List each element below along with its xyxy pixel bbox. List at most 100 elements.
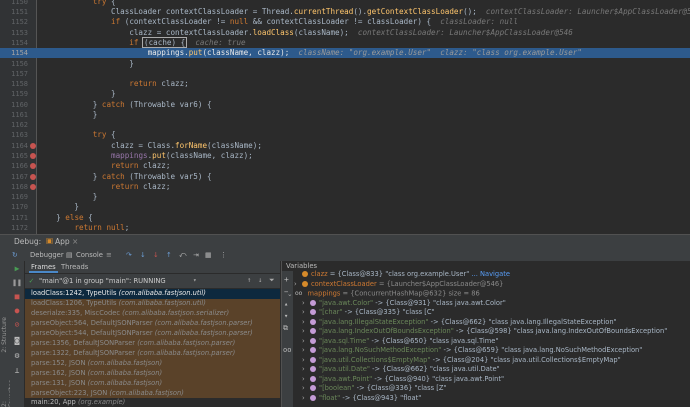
stop-icon[interactable]: ■	[12, 292, 22, 302]
code-line: } catch (Throwable var5) {	[47, 172, 212, 181]
map-key: "java.util.Date"	[319, 365, 370, 373]
move-down-icon[interactable]: ▾	[284, 312, 288, 320]
map-entry[interactable]: › "java.util.Collections$EmptyMap" -> {Cl…	[302, 356, 621, 365]
line-number: 1162	[11, 121, 28, 129]
arrow-up-icon[interactable]: ↑	[247, 276, 251, 284]
navigate-link[interactable]: ... Navigate	[471, 270, 510, 278]
frames-tabs: Frames Threads	[25, 261, 280, 274]
drop-frame-icon[interactable]: ⤺	[179, 249, 186, 261]
view-breakpoints-icon[interactable]: ●	[12, 306, 22, 316]
filter-icon[interactable]: ⏷	[269, 276, 275, 285]
map-value: -> {Class@204} "class java.util.Collecti…	[430, 355, 621, 364]
variable-row[interactable]: clazz = {Class@833} "class org.example.U…	[294, 270, 510, 279]
frame-method: parse:131, JSON	[31, 379, 86, 387]
force-step-into-icon[interactable]: ↓	[153, 249, 159, 261]
frame-row[interactable]: parse:152, JSON (com.alibaba.fastjson)	[25, 359, 280, 369]
copy-icon[interactable]: ⧉	[283, 324, 288, 333]
debug-config-tab[interactable]: App	[55, 237, 70, 246]
breakpoint-icon[interactable]	[30, 153, 36, 159]
console-icon: ▤	[66, 251, 73, 259]
frame-row[interactable]: main:20, App (org.example)	[25, 398, 280, 407]
debug-label: Debug:	[14, 237, 42, 246]
evaluate-icon[interactable]: ▦	[205, 249, 211, 261]
breakpoint-icon[interactable]	[30, 143, 36, 149]
tab-frames[interactable]: Frames	[29, 261, 58, 273]
trace-icon[interactable]: ⋮	[220, 249, 227, 261]
map-entry[interactable]: › "java.sql.Time" -> {Class@650} "class j…	[302, 337, 498, 346]
step-into-icon[interactable]: ↓	[140, 249, 146, 261]
line-number: 1151	[11, 8, 28, 16]
variable-row[interactable]: › contextClassLoader = {Launcher$AppClass…	[294, 280, 503, 289]
chevron-down-icon[interactable]: ▾	[193, 277, 197, 284]
map-value: -> {Class@336} "class [Z"	[354, 384, 447, 392]
frame-row[interactable]: loadClass:1206, TypeUtils (com.alibaba.f…	[25, 299, 280, 309]
map-value: -> {Class@940} "class java.awt.Point"	[372, 374, 505, 383]
code-line: try {	[92, 0, 116, 6]
add-watch-icon[interactable]: +	[284, 275, 289, 284]
map-key: "java.util.Collections$EmptyMap"	[319, 355, 431, 364]
camera-icon[interactable]: ◙	[12, 336, 22, 346]
resume-icon[interactable]: ▶	[12, 264, 22, 274]
map-entry[interactable]: › "[boolean" -> {Class@336} "class [Z"	[302, 384, 447, 393]
frame-row[interactable]: parseObject:544, DefaultJSONParser (com.…	[25, 329, 280, 339]
refresh-icon[interactable]: ↻	[12, 249, 18, 261]
frame-row[interactable]: parse:162, JSON (com.alibaba.fastjson)	[25, 369, 280, 379]
debug-toolbar: Debug: ▣ App ×	[0, 234, 690, 250]
code-editor[interactable]: try { ClassLoader contextClassLoader = T…	[47, 0, 690, 234]
frame-row[interactable]: deserialze:335, MiscCodec (com.alibaba.f…	[25, 309, 280, 319]
field-icon	[302, 271, 308, 277]
tab-debugger[interactable]: Debugger	[30, 249, 64, 261]
pin-icon[interactable]: ⊥	[12, 366, 22, 376]
entry-icon	[310, 394, 316, 401]
map-entry[interactable]: › "java.lang.IndexOutOfBoundsException" -…	[302, 327, 667, 336]
breakpoint-icon[interactable]	[30, 163, 36, 169]
breakpoint-icon[interactable]	[30, 184, 36, 190]
inline-hint: classLoader: null	[440, 17, 518, 26]
map-entry[interactable]: › "[char" -> {Class@335} "class [C"	[302, 308, 435, 317]
frame-class: (com.alibaba.fastjson.util)	[118, 299, 206, 307]
run-to-cursor-icon[interactable]: ⇥	[193, 249, 199, 261]
map-entry[interactable]: › "java.util.Date" -> {Class@662} "class …	[302, 365, 500, 374]
map-entry[interactable]: › "java.awt.Point" -> {Class@940} "class …	[302, 375, 504, 384]
variable-name: contextClassLoader	[311, 279, 377, 288]
mute-breakpoints-icon[interactable]: ⊘	[12, 320, 22, 330]
entry-icon	[310, 375, 316, 382]
map-entry[interactable]: › "java.lang.IllegalStateException" -> {C…	[302, 318, 617, 327]
map-key: "java.awt.Point"	[319, 374, 373, 383]
entry-icon	[310, 318, 316, 325]
frame-row[interactable]: parse:131, JSON (com.alibaba.fastjson)	[25, 379, 280, 389]
frame-row[interactable]: parse:1356, DefaultJSONParser (com.aliba…	[25, 339, 280, 349]
layout-icon[interactable]: ≡	[106, 249, 112, 261]
pause-icon[interactable]: ❚❚	[12, 278, 22, 288]
line-number: 1159	[11, 90, 28, 98]
map-entry[interactable]: › "java.lang.NoSuchMethodException" -> {C…	[302, 346, 642, 355]
inline-hint: cache: true	[195, 38, 246, 47]
tab-console[interactable]: Console	[76, 249, 103, 261]
line-number: 1172	[11, 224, 28, 232]
move-up-icon[interactable]: ▴	[284, 300, 288, 308]
entry-icon	[310, 356, 316, 363]
frame-row[interactable]: parse:1322, DefaultJSONParser (com.aliba…	[25, 349, 280, 359]
map-entry[interactable]: › "java.awt.Color" -> {Class@931} "class …	[302, 299, 506, 308]
settings-icon[interactable]: ⚙	[12, 351, 22, 361]
close-icon[interactable]: ×	[72, 237, 78, 246]
entry-icon	[310, 328, 316, 334]
frame-row[interactable]: loadClass:1242, TypeUtils (com.alibaba.f…	[25, 289, 280, 299]
map-key: "java.sql.Time"	[319, 336, 370, 345]
watches-icon[interactable]: oo	[283, 346, 291, 354]
structure-tab[interactable]: 2: Structure	[1, 317, 8, 353]
frame-row[interactable]: parseObject:564, DefaultJSONParser (com.…	[25, 319, 280, 329]
tab-threads[interactable]: Threads	[61, 261, 88, 273]
code-line: }	[47, 192, 98, 201]
variable-row-expanded[interactable]: ⌄ oo mappings = {ConcurrentHashMap@632} s…	[287, 289, 480, 298]
variables-title: Variables	[286, 262, 318, 270]
map-entry[interactable]: › "float" -> {Class@943} "float"	[302, 394, 421, 403]
step-out-icon[interactable]: ↑	[166, 249, 172, 261]
code-line: ClassLoader contextClassLoader = Thread.…	[47, 7, 690, 17]
line-number: 1164	[11, 142, 28, 150]
breakpoint-icon[interactable]	[30, 174, 36, 180]
step-over-icon[interactable]: ↷	[126, 249, 132, 261]
thread-selector[interactable]: ✓ "main"@1 in group "main": RUNNING ▾ ↑ …	[25, 274, 280, 289]
arrow-down-icon[interactable]: ↓	[258, 276, 262, 284]
